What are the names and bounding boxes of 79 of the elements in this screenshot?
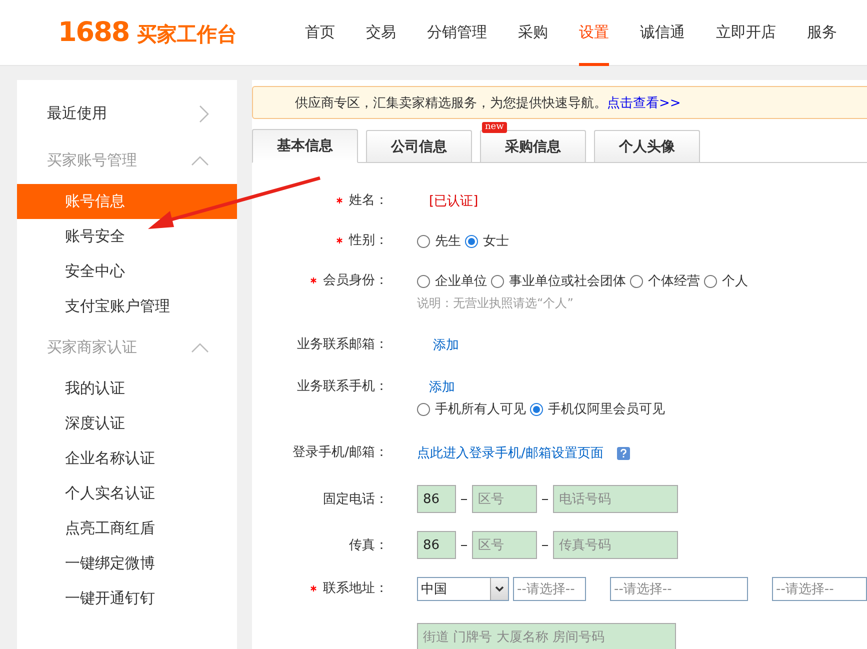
verified-status: [已认证] [428,193,478,210]
field-label: 业务联系邮箱： [296,336,389,354]
sidebar-item[interactable]: 深度认证 [17,406,237,441]
nav-item[interactable]: 分销管理 [427,0,487,66]
region-select[interactable]: --请选择-- [772,577,867,601]
field-label: 会员身份： [252,271,402,291]
dash-separator [461,544,467,546]
add-link[interactable]: 添加 [417,378,455,396]
radio-option[interactable]: 个人 [704,272,748,290]
nav-item[interactable]: 诚信通 [640,0,685,66]
country-code-field[interactable]: 86 [417,531,456,559]
settings-link[interactable]: 点此进入登录手机/邮箱设置页面 [417,444,604,462]
number-field[interactable]: 传真号码 [553,531,678,559]
nav-item[interactable]: 首页 [305,0,335,66]
tab[interactable]: 采购信息 [480,130,586,162]
region-select[interactable]: --请选择-- [513,577,586,601]
field-note: 说明：无营业执照请选“个人” [417,294,574,312]
field-label: 联系地址： [252,577,402,601]
required-asterisk-icon [310,276,317,284]
dash-separator [542,544,548,546]
sidebar-item[interactable]: 安全中心 [17,254,237,289]
radio-button[interactable] [417,274,430,288]
field-label: 业务联系手机： [296,378,389,396]
radio-option[interactable]: 个体经营 [630,272,700,290]
notice-link[interactable]: 点击查看>> [607,94,681,112]
radio-option[interactable]: 先生 [417,232,461,250]
nav-item[interactable]: 交易 [366,0,396,66]
chevron-up-icon [191,342,209,352]
radio-button[interactable] [417,234,430,248]
radio-option[interactable]: 手机所有人可见 [417,400,526,418]
sidebar-item[interactable]: 最近使用 [17,90,237,137]
country-code-field[interactable]: 86 [417,485,456,513]
sidebar-item[interactable]: 一键绑定微博 [17,546,237,581]
sidebar-item[interactable]: 一键开通钉钉 [17,581,237,616]
add-link[interactable]: 添加 [417,336,459,354]
field-label: 姓名： [252,191,402,211]
chevron-right-icon [199,104,209,122]
radio-option[interactable]: 女士 [465,232,509,250]
nav-item[interactable]: 采购 [518,0,548,66]
required-asterisk-icon [336,196,343,204]
tab[interactable]: 基本信息 [252,129,358,163]
dash-separator [542,498,548,500]
field-label: 登录手机/邮箱： [292,444,389,462]
radio-button[interactable] [630,274,643,288]
field-label: 固定电话： [322,491,389,509]
dropdown-chevron-icon [495,586,504,592]
new-badge: new [482,122,507,133]
help-icon[interactable] [617,446,630,460]
radio-button[interactable] [530,402,543,416]
radio-option[interactable]: 企业单位 [417,272,487,290]
tab[interactable]: 公司信息 [366,130,472,162]
nav-item[interactable]: 服务 [807,0,837,66]
field-label: 性别： [252,231,402,251]
sidebar-item[interactable]: 支付宝账户管理 [17,289,237,324]
region-select[interactable]: --请选择-- [610,577,748,601]
country-select[interactable]: 中国 [417,577,509,601]
notice-text: 供应商专区，汇集卖家精选服务，为您提供快速导航。 [295,94,607,112]
sidebar-item[interactable]: 点亮工商红盾 [17,511,237,546]
radio-option[interactable]: 手机仅阿里会员可见 [530,400,665,418]
sidebar-item[interactable]: 账号安全 [17,219,237,254]
radio-option[interactable]: 事业单位或社会团体 [491,272,626,290]
required-asterisk-icon [310,584,317,592]
radio-button[interactable] [491,274,504,288]
area-code-field[interactable]: 区号 [472,531,537,559]
required-asterisk-icon [336,236,343,244]
sidebar-item[interactable]: 个人实名认证 [17,476,237,511]
sidebar-item[interactable]: 企业名称认证 [17,441,237,476]
radio-button[interactable] [417,402,430,416]
tab[interactable]: 个人头像 [594,130,700,162]
sidebar-item[interactable]: 我的认证 [17,371,237,406]
dash-separator [461,498,467,500]
radio-button[interactable] [704,274,717,288]
chevron-up-icon [191,156,209,166]
area-code-field[interactable]: 区号 [472,485,537,513]
field-label: 传真： [348,537,389,555]
street-address-field[interactable]: 街道 门牌号 大厦名称 房间号码 [417,623,676,649]
number-field[interactable]: 电话号码 [553,485,678,513]
radio-button[interactable] [465,234,478,248]
nav-item[interactable]: 立即开店 [716,0,776,66]
